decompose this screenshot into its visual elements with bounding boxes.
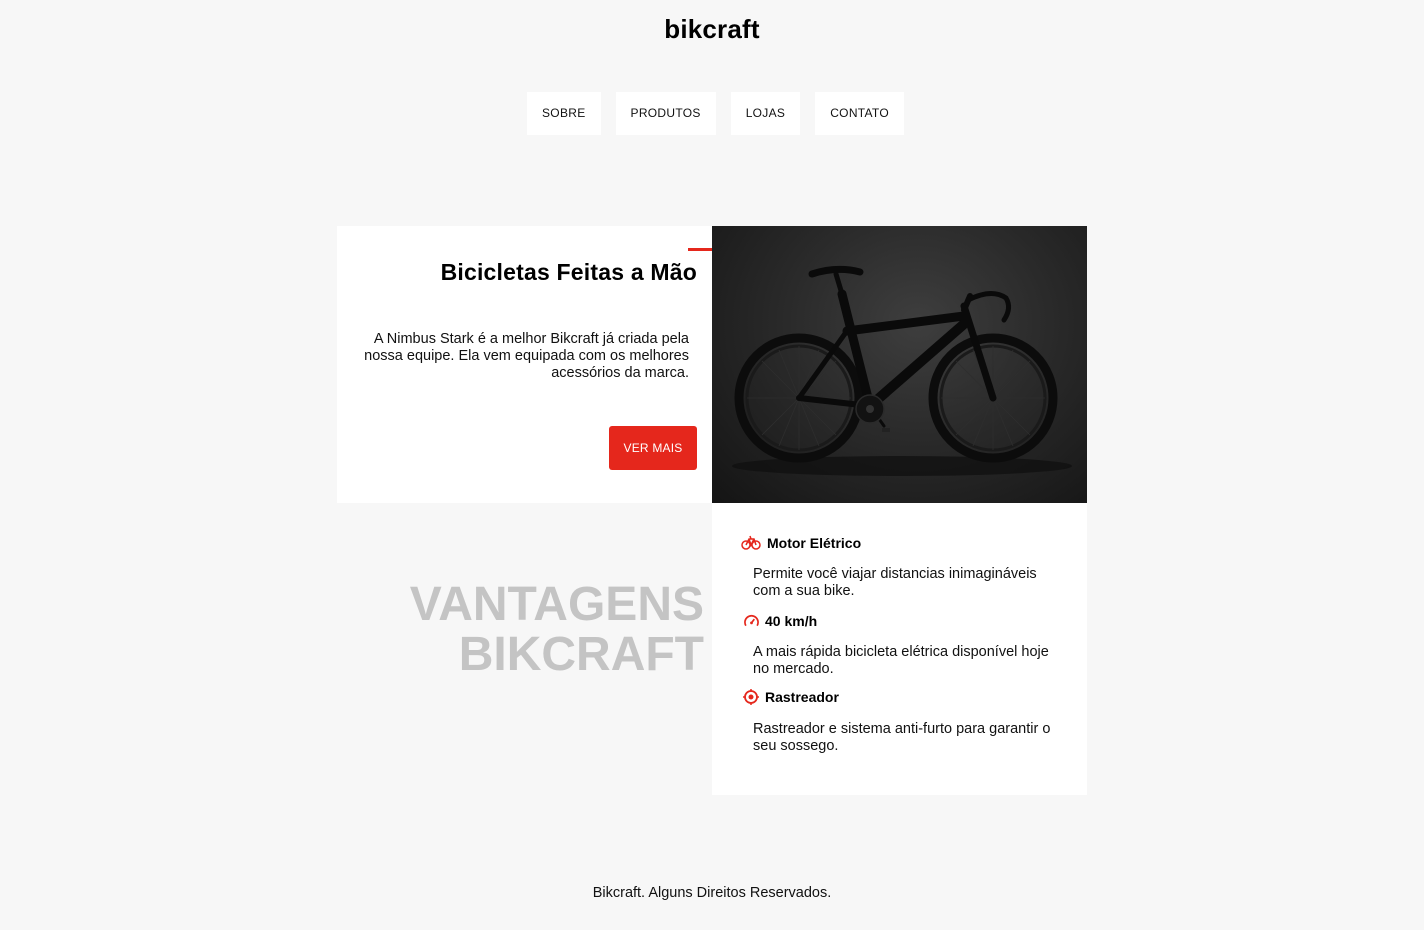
- speedometer-icon: [744, 614, 759, 627]
- bike-photo: [712, 226, 1087, 503]
- advantage-text: Permite você viajar distancias inimaginá…: [753, 566, 1037, 599]
- advantage-title: 40 km/h: [765, 613, 818, 629]
- advantage-text: Rastreador e sistema anti-furto para gar…: [753, 721, 1051, 754]
- advantage-title: Motor Elétrico: [767, 535, 862, 551]
- nav-item-lojas[interactable]: LOJAS: [730, 92, 801, 135]
- intro-title: Bicicletas Feitas a Mão: [440, 259, 697, 285]
- advantage-item-speed: 40 km/h: [744, 613, 817, 629]
- intro-description: A Nimbus Stark é a melhor Bikcraft já cr…: [364, 331, 689, 381]
- advantage-text: A mais rápida bicicleta elétrica disponí…: [753, 644, 1049, 677]
- advantages-title-line1: VANTAGENS: [409, 578, 704, 631]
- advantage-title: Rastreador: [765, 689, 839, 705]
- tracker-icon: [743, 689, 759, 705]
- site-logo[interactable]: bikcraft: [0, 14, 1424, 45]
- advantage-item-motor: Motor Elétrico: [741, 535, 861, 551]
- nav-item-sobre[interactable]: SOBRE: [527, 92, 601, 135]
- bicycle-image: [732, 265, 1072, 476]
- ver-mais-button[interactable]: VER MAIS: [609, 426, 697, 470]
- nav-item-contato[interactable]: CONTATO: [815, 92, 904, 135]
- intro-card: Bicicletas Feitas a Mão A Nimbus Stark é…: [337, 226, 734, 503]
- advantage-item-tracker: Rastreador: [743, 689, 839, 705]
- footer-text: Bikcraft. Alguns Direitos Reservados.: [592, 885, 832, 901]
- bike-icon: [741, 535, 761, 550]
- advantages-title-line2: BIKCRAFT: [458, 628, 704, 681]
- advantages-list: Motor Elétrico Permite você viajar dista…: [712, 503, 1087, 795]
- advantages-title: VANTAGENS BIKCRAFT: [410, 580, 704, 680]
- nav-item-produtos[interactable]: PRODUTOS: [615, 92, 716, 135]
- main-nav: SOBRE PRODUTOS LOJAS CONTATO: [527, 92, 904, 135]
